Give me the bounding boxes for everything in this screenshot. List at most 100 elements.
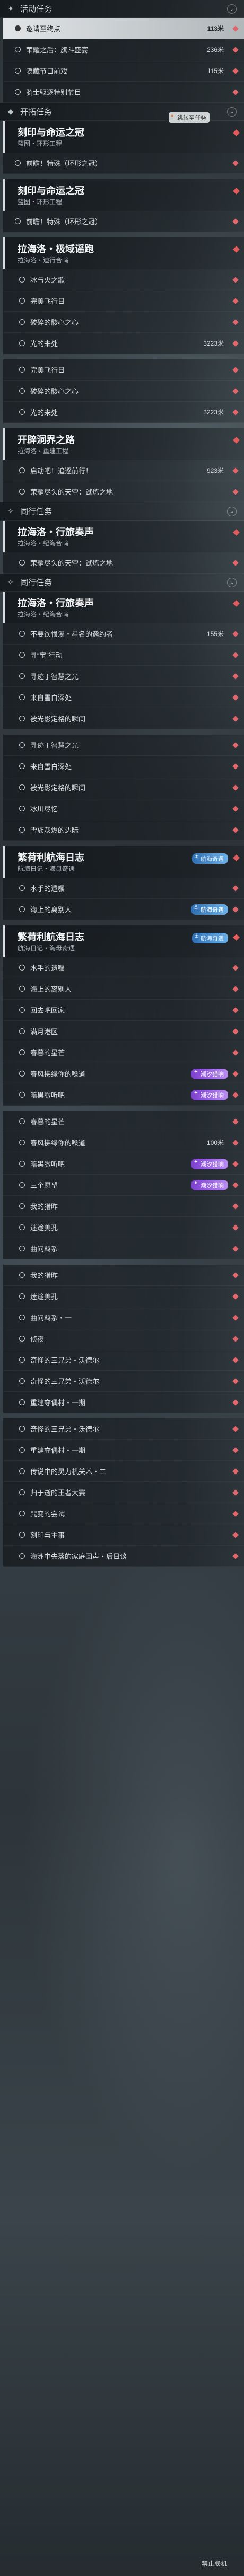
quest-item[interactable]: 被光影定格的瞬间 [3, 708, 244, 729]
quest-distance: 236米 [206, 46, 224, 54]
quest-item[interactable]: 海洲中失落的家庭回声・后日谈 [3, 1546, 244, 1567]
quest-item[interactable]: 迷途美孔 [3, 1217, 244, 1238]
quest-item[interactable]: 前瞻！特殊（环形之冠） [3, 211, 244, 232]
quest-item[interactable]: 隐藏节目前戏 115米 [3, 60, 244, 82]
quest-item[interactable]: 不要饮恨溪・星名的邀约者 155米 [3, 623, 244, 645]
quest-group[interactable]: 繁荷利航海日志航海日记・海母奇遇航海奇遇 [3, 846, 244, 878]
quest-status-icon [19, 1182, 25, 1188]
quest-item[interactable]: 我的猎昨 [3, 1265, 244, 1286]
section-header-companion[interactable]: ✧ 同行任务 ⌄ [0, 574, 244, 592]
quest-marker-icon [232, 1532, 239, 1538]
quest-item[interactable]: 曲问羁系 [3, 1238, 244, 1259]
quest-item[interactable]: 海上的离别人 [3, 978, 244, 1000]
quest-item[interactable]: 冰与火之歌 [3, 269, 244, 290]
section-header-event[interactable]: ✦ 活动任务 ⌄ [0, 0, 244, 18]
quest-item-label: 来自雪白深处 [30, 694, 72, 702]
quest-item-label: 隐藏节目前戏 [26, 67, 68, 75]
chevron-down-icon[interactable]: ⌄ [227, 578, 237, 587]
quest-item[interactable]: 冰川尽忆 [3, 798, 244, 819]
quest-item[interactable]: 来自雪白深处 [3, 687, 244, 708]
quest-item[interactable]: 咒变的尝试 [3, 1503, 244, 1524]
quest-group[interactable]: 刻印与命运之冠 蓝图・环形工程 [3, 179, 244, 211]
quest-group[interactable]: 拉海洛・行旅奏声 拉海洛・纪海合鸣 [3, 521, 244, 552]
quest-item[interactable]: 刻印与主事 [3, 1524, 244, 1546]
quest-marker-icon [232, 1246, 239, 1252]
quest-item[interactable]: 侦夜 [3, 1328, 244, 1349]
quest-item[interactable]: 寻迹于智慧之光 [3, 666, 244, 687]
quest-group-title: 开辟洞界之路 [18, 435, 75, 445]
quest-item[interactable]: 破碎的骸心之心 [3, 381, 244, 402]
quest-item[interactable]: 暗黑瞰听吧 潮汐猎响 [3, 1084, 244, 1106]
quest-item[interactable]: 光的来处 3223米 [3, 402, 244, 423]
chevron-down-icon[interactable]: ⌄ [227, 507, 237, 516]
quest-item[interactable]: 寻“宝”行动 [3, 645, 244, 666]
quest-marker-icon [232, 1118, 239, 1125]
quest-item-label: 传说中的灵力机关术・二 [30, 1468, 107, 1476]
quest-item[interactable]: 海上的离别人 航海奇遇 [3, 899, 244, 920]
quest-group[interactable]: 开辟洞界之路 拉海洛・重建工程 [3, 428, 244, 460]
quest-item[interactable]: 水手的遗嘱 [3, 957, 244, 978]
quest-group[interactable]: 拉海洛・行旅奏声 拉海洛・纪海合鸣 [3, 592, 244, 623]
quest-item[interactable]: 满月港区 [3, 1021, 244, 1042]
quest-item[interactable]: 奇怪的三兄弟・沃德尔 [3, 1349, 244, 1371]
section-header-companion[interactable]: ✧ 同行任务 ⌄ [0, 502, 244, 521]
quest-item-label: 被光影定格的瞬间 [30, 715, 86, 723]
chevron-down-icon[interactable]: ⌄ [227, 4, 237, 14]
quest-item[interactable]: 光的来处 3223米 [3, 333, 244, 354]
quest-item[interactable]: 暗黑瞰听吧 潮汐猎响 [3, 1153, 244, 1175]
quest-group[interactable]: 刻印与命运之冠 蓝图・环形工程 [3, 121, 244, 153]
quest-group-title: 拉海洛・极域谣跑 [18, 244, 94, 254]
quest-status-icon [15, 47, 21, 52]
chevron-down-icon[interactable]: ⌄ [227, 107, 237, 117]
quest-item[interactable]: 三个愿望 潮汐猎响 [3, 1175, 244, 1196]
quest-item[interactable]: 传说中的灵力机关术・二 [3, 1461, 244, 1482]
quest-item[interactable]: 启动吧！追逐前行！ 923米 [3, 460, 244, 481]
quest-item[interactable]: 荣耀尽头的天空：试炼之地 [3, 481, 244, 502]
quest-marker-icon [232, 298, 239, 304]
quest-item[interactable]: 重建夺偶村・一期 [3, 1392, 244, 1413]
quest-group[interactable]: 繁荷利航海日志航海日记・海母奇遇航海奇遇 [3, 925, 244, 957]
quest-item[interactable]: 寻迹于智慧之光 [3, 735, 244, 756]
quest-marker-icon [232, 47, 239, 53]
quest-item[interactable]: 水手的遗嘱 [3, 878, 244, 899]
quest-item[interactable]: 回去吧回家 [3, 1000, 244, 1021]
quest-status-icon [19, 1140, 25, 1145]
quest-item[interactable]: 雪族灰烬的边际 [3, 819, 244, 841]
quest-item[interactable]: 奇怪的三兄弟・沃德尔 [3, 1418, 244, 1440]
quest-marker-icon [232, 716, 239, 722]
quest-item[interactable]: 完美飞行日 [3, 359, 244, 381]
quest-item[interactable]: 迷途美孔 [3, 1286, 244, 1307]
quest-item[interactable]: 归于逝的王者大赛 [3, 1482, 244, 1503]
quest-item[interactable]: 来自雪白深处 [3, 756, 244, 777]
quest-item[interactable]: 重建夺偶村・一期 [3, 1440, 244, 1461]
quest-group-subtitle: 航海日记・海母奇遇 [18, 865, 75, 872]
quest-item[interactable]: 破碎的骸心之心 [3, 312, 244, 333]
quest-status-icon [15, 218, 21, 224]
quest-item-label: 曲问羁系 [30, 1245, 58, 1253]
quest-item[interactable]: 曲问羁系・一 [3, 1307, 244, 1328]
quest-item[interactable]: 春暮的星芒 [3, 1111, 244, 1132]
quest-item-label: 前瞻！特殊（环形之冠） [26, 160, 102, 167]
quest-marker-icon [232, 388, 239, 394]
quest-item[interactable]: 骑士驱逐特别节目 [3, 82, 244, 103]
quest-item[interactable]: 完美飞行日 [3, 290, 244, 312]
quest-status-icon [19, 467, 25, 473]
quest-item[interactable]: 邀请至终点 113米 [3, 18, 244, 39]
quest-marker-icon [232, 986, 239, 992]
quest-item[interactable]: 春暮的星芒 [3, 1042, 244, 1063]
quest-item-label: 雪族灰烬的边际 [30, 826, 79, 834]
quest-item[interactable]: 前瞻！特殊（环形之冠） [3, 153, 244, 174]
tracking-tooltip[interactable]: 跳转至任务 [169, 112, 210, 123]
quest-marker-icon [232, 1224, 239, 1231]
quest-item[interactable]: 我的猎昨 [3, 1196, 244, 1217]
quest-item-label: 奇怪的三兄弟・沃德尔 [30, 1425, 100, 1433]
quest-item[interactable]: 春风拂绿你的嗓道 100米 [3, 1132, 244, 1153]
quest-group[interactable]: 拉海洛・极域谣跑 拉海洛・迫行合鸣 [3, 237, 244, 269]
quest-item[interactable]: 春风拂绿你的嗓道 潮汐猎响 [3, 1063, 244, 1084]
quest-marker-icon [232, 827, 239, 833]
quest-item[interactable]: 荣耀之后：旗斗盛宴 236米 [3, 39, 244, 60]
section-title: 同行任务 [20, 507, 53, 516]
quest-item[interactable]: 奇怪的三兄弟・沃德尔 [3, 1371, 244, 1392]
quest-item[interactable]: 荣耀尽头的天空：试炼之地 [3, 552, 244, 574]
quest-item[interactable]: 被光影定格的瞬间 [3, 777, 244, 798]
